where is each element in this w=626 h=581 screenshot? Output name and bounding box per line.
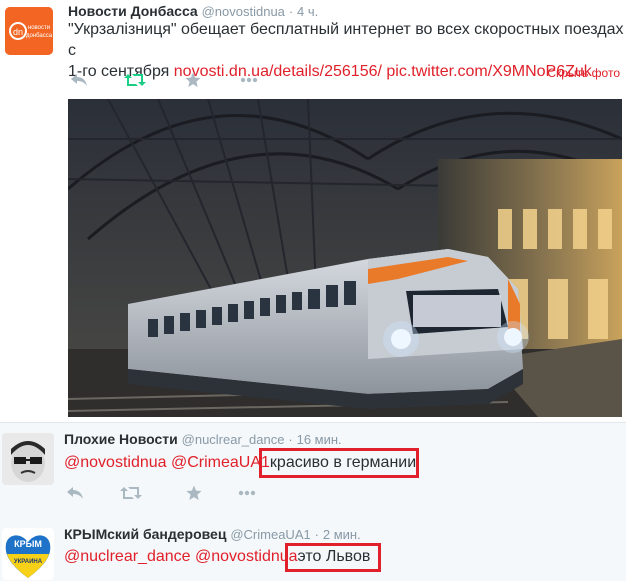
tweet-photo[interactable] — [68, 99, 622, 417]
avatar[interactable]: КРЫМ УКРАИНА — [2, 528, 54, 580]
avatar-text-bottom: донбасса — [26, 33, 53, 39]
separator: · — [288, 432, 293, 447]
more-icon[interactable] — [236, 483, 258, 503]
tweet-header: Новости Донбасса @novostidnua · 4 ч. — [68, 3, 318, 19]
tweet-header: КРЫМский бандеровец @CrimeaUA1 · 2 мин. — [64, 526, 361, 542]
reply-icon[interactable] — [64, 483, 86, 503]
username[interactable]: @nuclrear_dance — [182, 432, 285, 447]
mention-link[interactable]: @novostidnua — [195, 548, 298, 565]
highlight-box — [285, 543, 381, 572]
fullname[interactable]: КРЫМский бандеровец — [64, 526, 226, 542]
tweet-novostidnua: dn новости донбасса Новости Донбасса @no… — [0, 0, 626, 422]
timestamp[interactable]: 16 мин. — [297, 432, 342, 447]
timestamp[interactable]: 2 мин. — [323, 527, 361, 542]
separator: · — [314, 527, 319, 542]
avatar-badge: dn — [13, 27, 23, 37]
separator: · — [288, 4, 294, 19]
tweet-actions — [68, 70, 288, 90]
star-icon[interactable] — [182, 70, 204, 90]
retweet-icon[interactable] — [120, 483, 142, 503]
avatar[interactable] — [2, 433, 54, 485]
avatar-text-top: новости — [28, 25, 50, 31]
tweet-actions — [64, 483, 284, 503]
timestamp[interactable]: 4 ч. — [297, 4, 318, 19]
fullname[interactable]: Новости Донбасса — [68, 3, 198, 19]
star-icon[interactable] — [183, 483, 205, 503]
username[interactable]: @CrimeaUA1 — [230, 527, 310, 542]
reply-icon[interactable] — [68, 70, 90, 90]
username[interactable]: @novostidnua — [202, 4, 285, 19]
tweet-header: Плохие Новости @nuclrear_dance · 16 мин. — [64, 431, 342, 447]
avatar[interactable]: dn новости донбасса — [5, 7, 53, 55]
fullname[interactable]: Плохие Новости — [64, 431, 178, 447]
avatar-text-top: КРЫМ — [14, 539, 42, 549]
mention-link[interactable]: @nuclrear_dance — [64, 548, 191, 565]
tweet-text-line: "Укрзалізниця" обещает бесплатный интерн… — [68, 21, 624, 59]
hide-photo-link[interactable]: Скрыть фото — [547, 66, 620, 80]
avatar-text-bottom: УКРАИНА — [14, 559, 43, 565]
highlight-box — [259, 448, 419, 478]
mention-link[interactable]: @CrimeaUA1 — [171, 454, 270, 471]
mention-link[interactable]: @novostidnua — [64, 454, 167, 471]
retweet-icon[interactable] — [124, 70, 146, 90]
more-icon[interactable] — [238, 70, 260, 90]
